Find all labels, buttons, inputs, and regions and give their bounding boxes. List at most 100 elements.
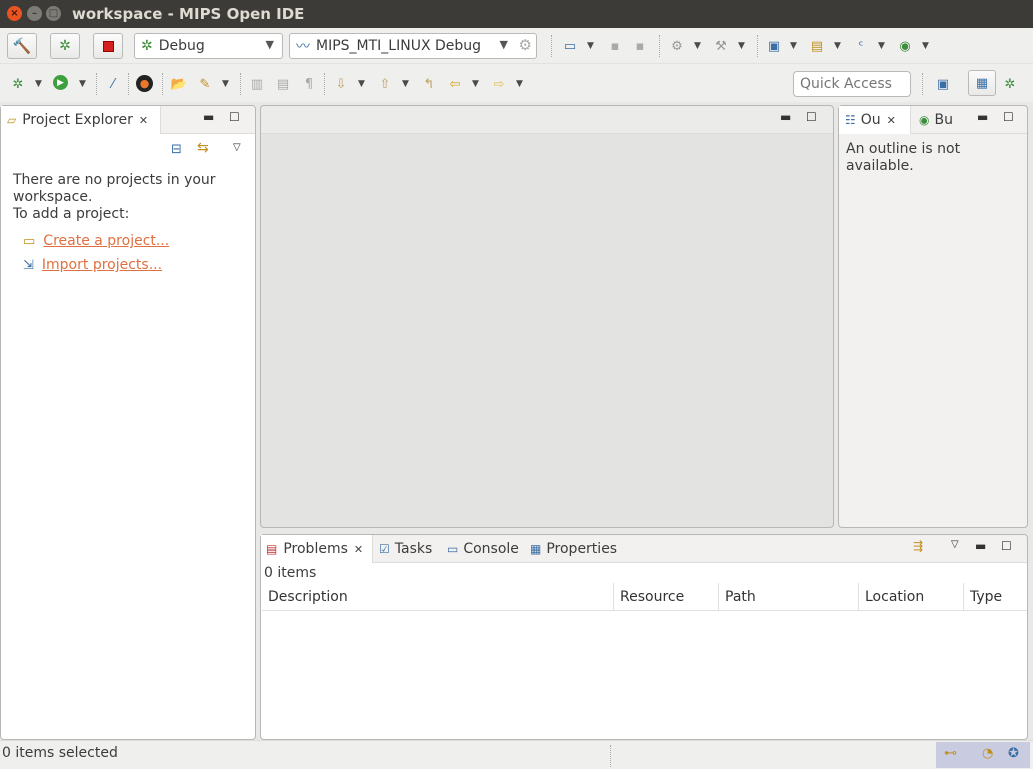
toggle-mark-icon[interactable]: ▥: [248, 75, 266, 93]
chevron-down-icon[interactable]: ▼: [222, 79, 229, 89]
wand-icon[interactable]: ✎: [196, 75, 214, 93]
launch-icon[interactable]: ⊷: [944, 746, 957, 761]
build-button[interactable]: 🔨: [7, 33, 37, 59]
maximize-icon[interactable]: ☐: [1003, 110, 1014, 124]
updates-icon[interactable]: ✪: [1008, 746, 1019, 761]
launch-config-combo[interactable]: 〰 MIPS_MTI_LINUX Debug ▼ ⚙: [289, 33, 537, 59]
focus-icon[interactable]: ⇶: [913, 539, 923, 553]
run-external-icon[interactable]: ◉: [896, 37, 914, 55]
maximize-window-button[interactable]: □: [46, 6, 61, 21]
chevron-down-icon[interactable]: ▼: [694, 41, 701, 51]
tab-outline[interactable]: ☷ Ou ✕: [839, 106, 911, 134]
column-header-type[interactable]: Type: [964, 583, 1027, 611]
next-annotation-icon[interactable]: ⇩: [332, 75, 350, 93]
save-icon[interactable]: ▪: [606, 37, 624, 55]
chevron-down-icon[interactable]: ▼: [587, 41, 594, 51]
column-header-description[interactable]: Description: [262, 583, 614, 611]
close-window-button[interactable]: ×: [7, 6, 22, 21]
chevron-down-icon[interactable]: ▼: [472, 79, 479, 89]
gear-icon[interactable]: ⚙: [519, 36, 532, 54]
debug-perspective-icon[interactable]: ✲: [1001, 75, 1019, 93]
collapse-all-icon[interactable]: ⊟: [171, 142, 182, 157]
column-header-location[interactable]: Location: [859, 583, 964, 611]
tab-outline-label: Ou: [860, 112, 881, 128]
problems-header: ▤ Problems ✕ ☑ Tasks ▭ Console ▦ Propert…: [261, 535, 1027, 563]
hammer-icon: 🔨: [12, 37, 32, 55]
chevron-down-icon[interactable]: ▼: [79, 79, 86, 89]
tab-project-explorer[interactable]: ▱ Project Explorer ✕: [1, 106, 161, 134]
target-icon[interactable]: ⚙: [668, 37, 686, 55]
maximize-icon[interactable]: ☐: [229, 110, 240, 124]
stop-button[interactable]: [93, 33, 123, 59]
perspective-cpp-button[interactable]: ▦: [968, 70, 996, 96]
toolbar-separator: [128, 73, 129, 95]
tip-icon[interactable]: ◔: [982, 746, 993, 761]
tab-build-targets[interactable]: ◉ Bu: [915, 106, 953, 134]
chevron-down-icon[interactable]: ▼: [834, 41, 841, 51]
create-project-link[interactable]: Create a project...: [43, 233, 169, 249]
chevron-down-icon[interactable]: ▼: [358, 79, 365, 89]
minimize-icon[interactable]: ▬: [977, 110, 988, 124]
hammer-icon[interactable]: ⚒: [712, 37, 730, 55]
tab-tasks[interactable]: ☑ Tasks: [379, 535, 432, 563]
debug-button[interactable]: ✲: [50, 33, 80, 59]
toolbar-separator: [757, 35, 758, 57]
close-icon[interactable]: ✕: [354, 543, 363, 556]
launch-mode-combo[interactable]: ✲ Debug ▼: [134, 33, 283, 59]
close-icon[interactable]: ✕: [139, 114, 148, 127]
view-menu-icon[interactable]: ▽: [233, 142, 241, 153]
import-icon: ⇲: [23, 257, 34, 273]
prev-annotation-icon[interactable]: ⇧: [376, 75, 394, 93]
open-perspective-icon[interactable]: ▣: [934, 75, 952, 93]
new-class-icon[interactable]: ᶜ: [852, 37, 870, 55]
new-project-icon[interactable]: ▣: [765, 37, 783, 55]
window-title: workspace - MIPS Open IDE: [72, 5, 305, 23]
chevron-down-icon[interactable]: ▼: [790, 41, 797, 51]
quick-access-input[interactable]: [793, 71, 911, 97]
last-edit-icon[interactable]: ↰: [420, 75, 438, 93]
tab-problems[interactable]: ▤ Problems ✕: [261, 535, 373, 563]
column-header-resource[interactable]: Resource: [614, 583, 719, 611]
block-selection-icon[interactable]: ▤: [274, 75, 292, 93]
empty-workspace-message: There are no projects in your workspace.…: [13, 172, 243, 223]
tab-problems-label: Problems: [283, 541, 348, 557]
new-project-icon: ▭: [23, 233, 36, 249]
forward-icon[interactable]: ⇨: [490, 75, 508, 93]
maximize-icon[interactable]: ☐: [1001, 539, 1012, 553]
tab-build-label: Bu: [934, 112, 953, 128]
view-menu-icon[interactable]: ▽: [951, 539, 959, 550]
column-header-path[interactable]: Path: [719, 583, 859, 611]
minimize-window-button[interactable]: –: [27, 6, 42, 21]
back-icon[interactable]: ⇦: [446, 75, 464, 93]
profiler-icon[interactable]: ●: [136, 75, 153, 92]
chevron-down-icon[interactable]: ▼: [922, 41, 929, 51]
minimize-icon[interactable]: ▬: [203, 110, 214, 124]
skip-breakpoints-icon[interactable]: ⁄: [104, 75, 122, 93]
tab-properties[interactable]: ▦ Properties: [530, 535, 617, 563]
chevron-down-icon[interactable]: ▼: [402, 79, 409, 89]
minimize-icon[interactable]: ▬: [975, 539, 986, 553]
launch-mode-label: Debug: [158, 38, 205, 54]
chevron-down-icon[interactable]: ▼: [878, 41, 885, 51]
whitespace-icon[interactable]: ¶: [300, 75, 318, 93]
chevron-down-icon[interactable]: ▼: [35, 79, 42, 89]
link-with-editor-icon[interactable]: ⇆: [197, 140, 209, 156]
tab-console[interactable]: ▭ Console: [447, 535, 519, 563]
new-folder-icon[interactable]: ▤: [808, 37, 826, 55]
bug-icon[interactable]: ✲: [9, 75, 27, 93]
open-folder-icon[interactable]: 📂: [170, 75, 188, 93]
run-icon[interactable]: ▶: [53, 75, 68, 90]
create-project-row: ▭ Create a project...: [23, 233, 169, 249]
tab-label: Project Explorer: [22, 112, 133, 128]
empty-message-line1: There are no projects in your workspace.: [13, 172, 216, 205]
bug-icon: ✲: [141, 38, 153, 54]
chevron-down-icon[interactable]: ▼: [738, 41, 745, 51]
save-all-icon[interactable]: ▪: [631, 37, 649, 55]
close-icon[interactable]: ✕: [887, 114, 896, 127]
maximize-icon[interactable]: ☐: [806, 110, 817, 124]
import-projects-link[interactable]: Import projects...: [42, 257, 162, 273]
minimize-icon[interactable]: ▬: [780, 110, 791, 124]
new-icon[interactable]: ▭: [561, 37, 579, 55]
tasks-icon: ☑: [379, 542, 390, 556]
chevron-down-icon[interactable]: ▼: [516, 79, 523, 89]
